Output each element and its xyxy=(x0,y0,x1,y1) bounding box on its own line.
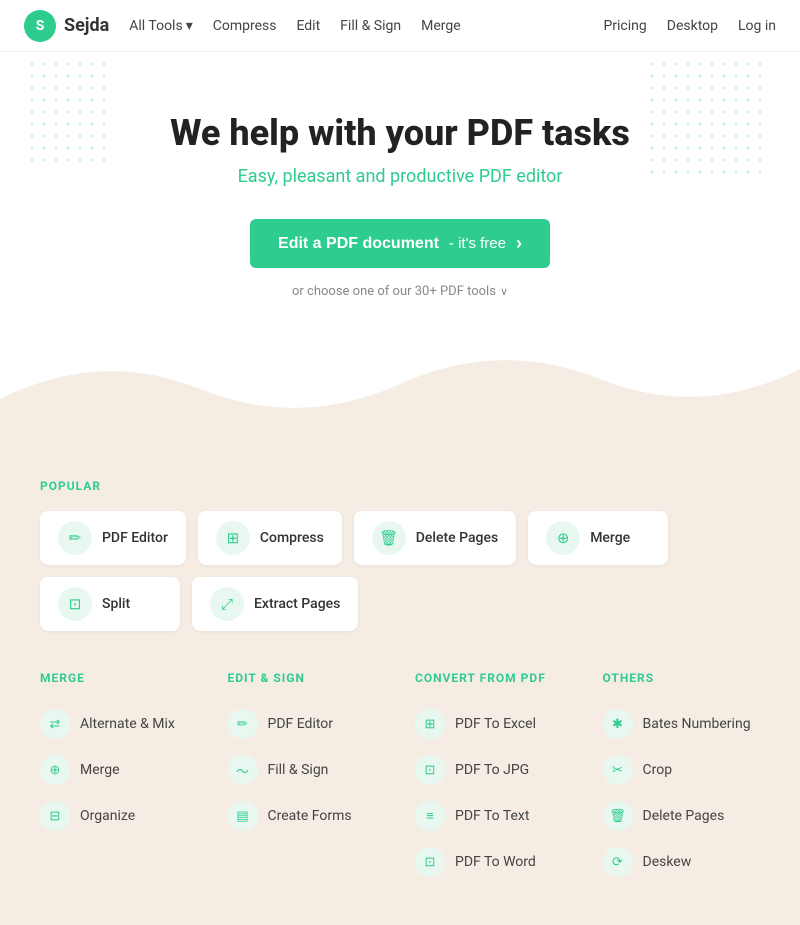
nav-login[interactable]: Log in xyxy=(738,18,776,34)
cat-icon: ⊟ xyxy=(40,801,70,831)
popular-label: POPULAR xyxy=(40,479,760,493)
popular-tool-item[interactable]: ⊡ Split xyxy=(40,577,180,631)
logo-icon: S xyxy=(24,10,56,42)
categories-grid: MERGE ⇄ Alternate & Mix ⊕ Merge ⊟ Organi… xyxy=(40,671,760,885)
tool-name: Compress xyxy=(260,530,324,546)
nav-all-tools[interactable]: All Tools ▾ xyxy=(129,18,192,34)
popular-tool-item[interactable]: ⤢ Extract Pages xyxy=(192,577,358,631)
cat-icon: ⊡ xyxy=(415,755,445,785)
category-item[interactable]: ✂ Crop xyxy=(603,747,761,793)
cat-name: Merge xyxy=(80,762,120,778)
cat-icon: 🗑 xyxy=(603,801,633,831)
category-item[interactable]: ⇄ Alternate & Mix xyxy=(40,701,198,747)
category-item[interactable]: ✏ PDF Editor xyxy=(228,701,386,747)
nav-merge[interactable]: Merge xyxy=(421,18,461,34)
category-item[interactable]: 🗑 Delete Pages xyxy=(603,793,761,839)
dots-decoration-right xyxy=(650,62,770,182)
cat-icon: ⊡ xyxy=(415,847,445,877)
cat-icon: ≡ xyxy=(415,801,445,831)
tool-icon: ✏ xyxy=(58,521,92,555)
tool-name: Merge xyxy=(590,530,630,546)
category-item[interactable]: ✱ Bates Numbering xyxy=(603,701,761,747)
chevron-icon: ∨ xyxy=(500,285,508,298)
tools-section: POPULAR ✏ PDF Editor ⊞ Compress 🗑 Delete… xyxy=(0,449,800,925)
popular-tool-item[interactable]: ⊕ Merge xyxy=(528,511,668,565)
cat-name: Fill & Sign xyxy=(268,762,329,778)
tool-name: Split xyxy=(102,596,130,612)
nav-compress[interactable]: Compress xyxy=(213,18,277,34)
category-item[interactable]: 〜 Fill & Sign xyxy=(228,747,386,793)
wave-divider xyxy=(0,339,800,449)
dots-decoration-left xyxy=(30,62,110,162)
cat-name: Deskew xyxy=(643,854,692,870)
nav-left: S Sejda All Tools ▾ Compress Edit Fill &… xyxy=(24,10,461,42)
cta-label: Edit a PDF document xyxy=(278,235,439,253)
category-item[interactable]: ⊕ Merge xyxy=(40,747,198,793)
cat-name: Delete Pages xyxy=(643,808,725,824)
tool-name: PDF Editor xyxy=(102,530,168,546)
cat-icon: ✏ xyxy=(228,709,258,739)
navbar: S Sejda All Tools ▾ Compress Edit Fill &… xyxy=(0,0,800,52)
cat-icon: ⇄ xyxy=(40,709,70,739)
tool-icon: ⤢ xyxy=(210,587,244,621)
category-label: EDIT & SIGN xyxy=(228,671,386,685)
category-label: MERGE xyxy=(40,671,198,685)
cat-icon: ⊕ xyxy=(40,755,70,785)
cat-name: Alternate & Mix xyxy=(80,716,175,732)
nav-edit[interactable]: Edit xyxy=(296,18,320,34)
popular-tool-item[interactable]: 🗑 Delete Pages xyxy=(354,511,516,565)
cat-name: PDF To Text xyxy=(455,808,529,824)
popular-grid: ✏ PDF Editor ⊞ Compress 🗑 Delete Pages ⊕… xyxy=(40,511,760,631)
cta-arrow-icon: › xyxy=(516,233,522,254)
cat-name: Bates Numbering xyxy=(643,716,751,732)
nav-fill-sign[interactable]: Fill & Sign xyxy=(340,18,401,34)
cat-icon: ⟳ xyxy=(603,847,633,877)
chevron-down-icon: ▾ xyxy=(186,18,193,34)
category-item[interactable]: ▤ Create Forms xyxy=(228,793,386,839)
popular-tool-item[interactable]: ✏ PDF Editor xyxy=(40,511,186,565)
nav-desktop[interactable]: Desktop xyxy=(667,18,718,34)
tool-name: Delete Pages xyxy=(416,530,498,546)
category-item[interactable]: ⊡ PDF To JPG xyxy=(415,747,573,793)
category-label: OTHERS xyxy=(603,671,761,685)
tool-icon: ⊡ xyxy=(58,587,92,621)
logo-text: Sejda xyxy=(64,15,109,36)
tool-name: Extract Pages xyxy=(254,596,340,612)
hero-subtext: or choose one of our 30+ PDF tools ∨ xyxy=(20,284,780,299)
cat-icon: ⊞ xyxy=(415,709,445,739)
cat-name: PDF To Excel xyxy=(455,716,536,732)
popular-tool-item[interactable]: ⊞ Compress xyxy=(198,511,342,565)
nav-pricing[interactable]: Pricing xyxy=(603,18,646,34)
category-item[interactable]: ≡ PDF To Text xyxy=(415,793,573,839)
cat-name: PDF To JPG xyxy=(455,762,529,778)
cat-icon: ✂ xyxy=(603,755,633,785)
category-column: CONVERT FROM PDF ⊞ PDF To Excel ⊡ PDF To… xyxy=(415,671,573,885)
cat-name: PDF To Word xyxy=(455,854,536,870)
cat-icon: 〜 xyxy=(228,755,258,785)
category-item[interactable]: ⊟ Organize xyxy=(40,793,198,839)
category-column: EDIT & SIGN ✏ PDF Editor 〜 Fill & Sign ▤… xyxy=(228,671,386,885)
nav-right: Pricing Desktop Log in xyxy=(603,18,776,34)
category-label: CONVERT FROM PDF xyxy=(415,671,573,685)
cat-name: Create Forms xyxy=(268,808,352,824)
cta-suffix: - it's free xyxy=(449,235,506,252)
category-column: OTHERS ✱ Bates Numbering ✂ Crop 🗑 Delete… xyxy=(603,671,761,885)
cat-icon: ▤ xyxy=(228,801,258,831)
cta-button[interactable]: Edit a PDF document - it's free › xyxy=(250,219,550,268)
category-item[interactable]: ⟳ Deskew xyxy=(603,839,761,885)
cat-icon: ✱ xyxy=(603,709,633,739)
category-item[interactable]: ⊡ PDF To Word xyxy=(415,839,573,885)
tool-icon: 🗑 xyxy=(372,521,406,555)
tool-icon: ⊕ xyxy=(546,521,580,555)
category-item[interactable]: ⊞ PDF To Excel xyxy=(415,701,573,747)
cat-name: PDF Editor xyxy=(268,716,334,732)
logo[interactable]: S Sejda xyxy=(24,10,109,42)
category-column: MERGE ⇄ Alternate & Mix ⊕ Merge ⊟ Organi… xyxy=(40,671,198,885)
cat-name: Crop xyxy=(643,762,673,778)
hero-section: We help with your PDF tasks Easy, pleasa… xyxy=(0,52,800,299)
cat-name: Organize xyxy=(80,808,135,824)
tool-icon: ⊞ xyxy=(216,521,250,555)
